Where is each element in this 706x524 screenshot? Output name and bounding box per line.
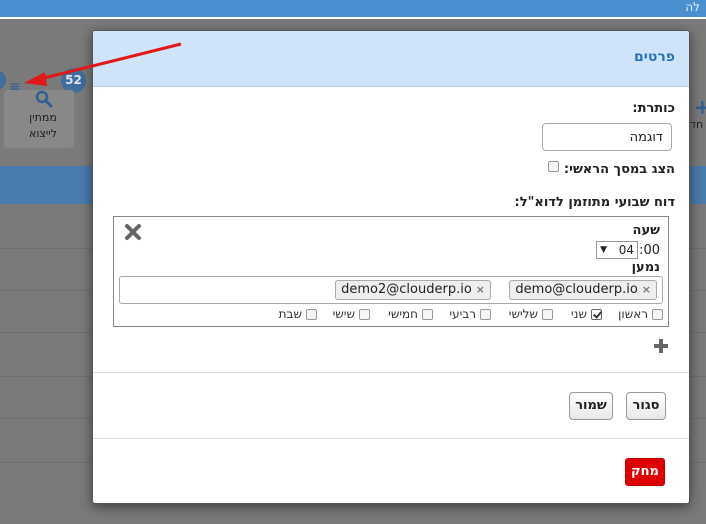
annotation-arrow	[24, 42, 182, 86]
